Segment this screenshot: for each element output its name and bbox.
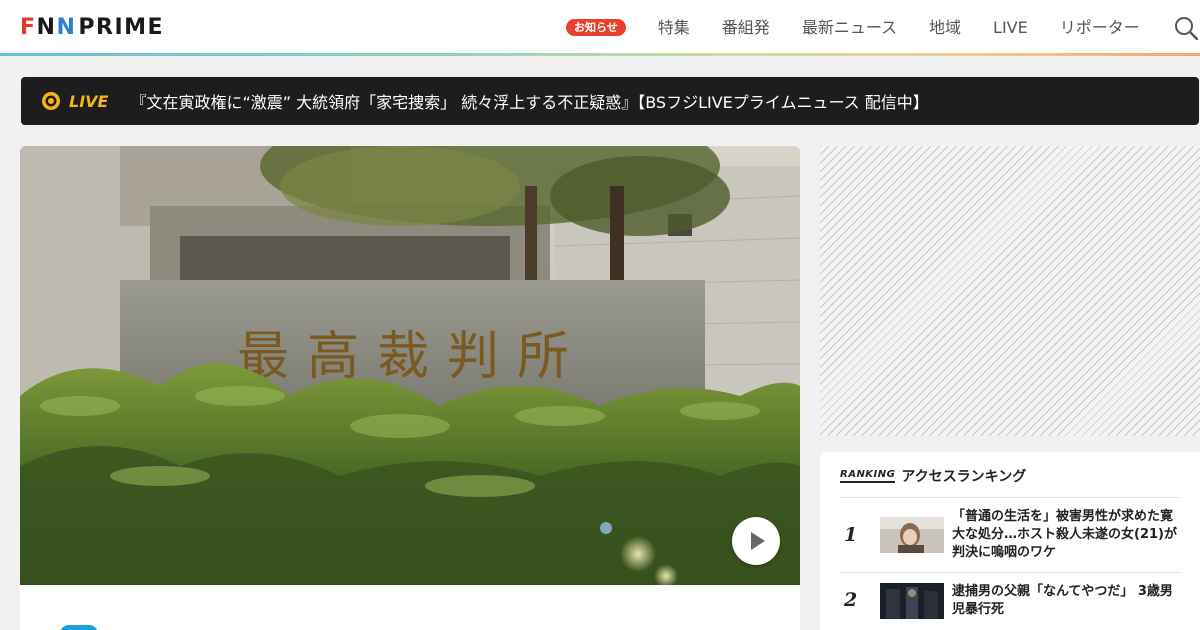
ranking-item[interactable]: 2 逮捕男の父親「なんてやつだ」 3歳男児暴行死 [840, 572, 1180, 630]
ranking-title: アクセスランキング [901, 469, 1027, 485]
article-hero-image[interactable]: 最高裁判所 [20, 146, 800, 585]
nav-item-latest-news[interactable]: 最新ニュース [802, 18, 897, 38]
svg-text:最高裁判所: 最高裁判所 [237, 327, 587, 387]
rank-number: 1 [844, 524, 858, 546]
logo-letter: N [56, 14, 77, 40]
site-header: FNN PRIME お知らせ 特集 番組発 最新ニュース 地域 LIVE リポー… [0, 0, 1200, 56]
nav-item-live[interactable]: LIVE [993, 18, 1028, 38]
site-logo[interactable]: FNN PRIME [20, 14, 165, 40]
advertisement-placeholder [820, 146, 1200, 436]
logo-letter: F [20, 14, 37, 40]
nav-item-regions[interactable]: 地域 [929, 18, 961, 38]
eye-icon [42, 92, 60, 110]
logo-letter: N [36, 14, 57, 40]
live-label: LIVE [69, 91, 109, 111]
rank-number: 2 [844, 589, 858, 611]
ranking-header: RANKING アクセスランキング [840, 466, 1026, 486]
ranking-item-title: 逮捕男の父親「なんてやつだ」 3歳男児暴行死 [952, 584, 1173, 617]
ranking-thumbnail [880, 517, 944, 553]
logo-wordmark: PRIME [78, 14, 165, 40]
search-icon[interactable] [1174, 16, 1198, 40]
category-badge[interactable] [60, 625, 98, 630]
live-headline[interactable]: 『文在寅政権に“激震” 大統領府「家宅捜索」 続々浮上する不正疑惑』【BSフジL… [130, 89, 928, 113]
play-video-button[interactable] [732, 517, 780, 565]
nav-item-features[interactable]: 特集 [658, 18, 690, 38]
main-nav: お知らせ 特集 番組発 最新ニュース 地域 LIVE リポーター [566, 0, 1172, 55]
nav-item-programs[interactable]: 番組発 [722, 18, 770, 38]
live-ticker[interactable]: LIVE 『文在寅政権に“激震” 大統領府「家宅捜索」 続々浮上する不正疑惑』【… [21, 77, 1199, 125]
header-gradient-rule [0, 53, 1200, 56]
ranking-thumbnail [880, 583, 944, 619]
logo-fnn-mark: FNN [20, 15, 76, 40]
ranking-logo: RANKING [840, 469, 896, 483]
notice-badge[interactable]: お知らせ [566, 19, 626, 36]
ranking-item-title: 「普通の生活を」被害男性が求めた寛大な処分…ホスト殺人未遂の女(21)が判決に嗚… [952, 509, 1177, 560]
play-icon [751, 532, 765, 550]
ranking-item[interactable]: 1 「普通の生活を」被害男性が求めた寛大な処分…ホスト殺人未遂の女(21)が判決… [840, 497, 1180, 572]
nav-item-reporters[interactable]: リポーター [1060, 18, 1140, 38]
access-ranking: RANKING アクセスランキング 1 「普通の生活を」被害男性が求めた寛大な処… [820, 452, 1200, 630]
featured-article-card[interactable]: 最高裁判所 [20, 146, 800, 630]
